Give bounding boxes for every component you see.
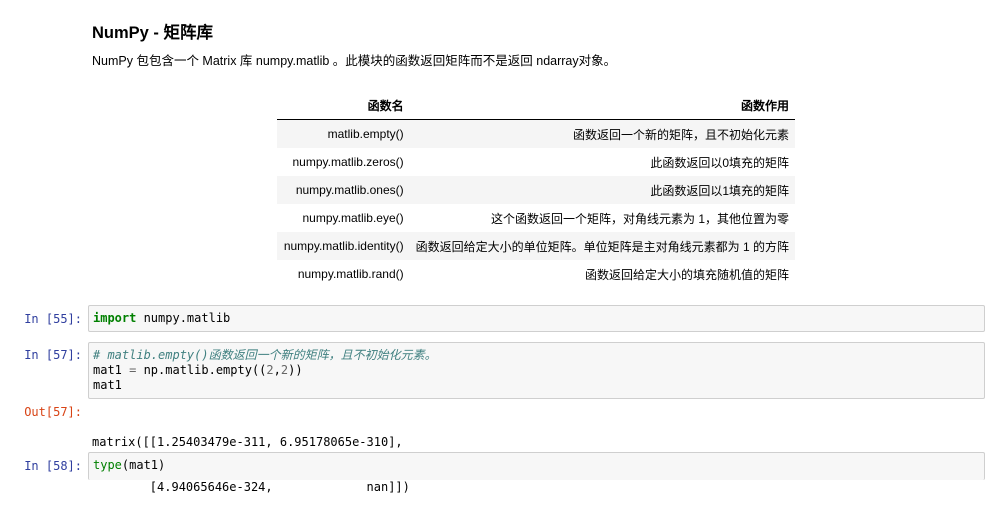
- function-purpose-cell: 函数返回给定大小的单位矩阵。单位矩阵是主对角线元素都为 1 的方阵: [409, 232, 795, 260]
- code-cell-58[interactable]: type(mat1): [88, 452, 985, 480]
- function-purpose-cell: 这个函数返回一个矩阵，对角线元素为 1，其他位置为零: [490, 211, 789, 226]
- function-purpose-cell: 此函数返回以1填充的矩阵: [409, 176, 795, 204]
- code-text: mat1: [93, 363, 130, 377]
- code-line: # matlib.empty()函数返回一个新的矩阵，且不初始化元素。: [93, 348, 980, 363]
- table-header-row: 函数名 函数作用: [277, 92, 795, 120]
- function-name-cell: numpy.matlib.ones(): [277, 176, 410, 204]
- builtin-type: type: [93, 458, 122, 472]
- function-name-cell: numpy.matlib.rand(): [297, 267, 404, 281]
- section-title: NumPy - 矩阵库: [92, 24, 214, 42]
- intro-paragraph: NumPy 包包含一个 Matrix 库 numpy.matlib 。此模块的函…: [92, 54, 617, 68]
- output-line: matrix([[1.25403479e-311, 6.95178065e-31…: [92, 435, 403, 449]
- code-text: np.matlib.empty((: [136, 363, 267, 377]
- output-line: [4.94065646e-324, nan]]): [92, 480, 410, 494]
- header-function-purpose: 函数作用: [409, 92, 795, 120]
- function-purpose-cell: 函数返回给定大小的填充随机值的矩阵: [584, 267, 789, 282]
- in-prompt-55: In [55]:: [24, 312, 82, 326]
- function-table: 函数名 函数作用 matlib.empty() 函数返回一个新的矩阵，且不初始化…: [277, 92, 795, 288]
- code-cell-57[interactable]: # matlib.empty()函数返回一个新的矩阵，且不初始化元素。 mat1…: [88, 342, 985, 399]
- function-name-cell: numpy.matlib.zeros(): [292, 155, 404, 169]
- header-function-name: 函数名: [277, 92, 410, 120]
- function-name-cell: numpy.matlib.identity(): [277, 232, 410, 260]
- code-line: import numpy.matlib: [93, 311, 980, 326]
- code-comment: # matlib.empty()函数返回一个新的矩阵，且不初始化元素。: [93, 348, 437, 362]
- code-line: mat1 = np.matlib.empty((2,2)): [93, 363, 980, 378]
- table-row: numpy.matlib.rand() 函数返回给定大小的填充随机值的矩阵: [277, 260, 795, 288]
- function-purpose-cell: 此函数返回以0填充的矩阵: [650, 155, 789, 170]
- code-text: mat1: [93, 378, 122, 392]
- code-text: ,: [273, 363, 281, 377]
- keyword-import: import: [93, 311, 137, 325]
- table-row: numpy.matlib.zeros() 此函数返回以0填充的矩阵: [277, 148, 795, 176]
- table-row: numpy.matlib.identity() 函数返回给定大小的单位矩阵。单位…: [277, 232, 795, 260]
- table-row: numpy.matlib.ones() 此函数返回以1填充的矩阵: [277, 176, 795, 204]
- code-line: type(mat1): [93, 458, 980, 473]
- code-cell-55[interactable]: import numpy.matlib: [88, 305, 985, 332]
- table-row: matlib.empty() 函数返回一个新的矩阵，且不初始化元素: [277, 119, 795, 148]
- in-prompt-58: In [58]:: [24, 459, 82, 473]
- code-text: )): [288, 363, 303, 377]
- out-prompt-57: Out[57]:: [24, 405, 82, 419]
- function-name-cell: matlib.empty(): [277, 119, 410, 148]
- code-line: mat1: [93, 378, 980, 393]
- table-row: numpy.matlib.eye() 这个函数返回一个矩阵，对角线元素为 1，其…: [277, 204, 795, 232]
- code-number: 2: [266, 363, 274, 377]
- function-name-cell: numpy.matlib.eye(): [302, 211, 404, 225]
- in-prompt-57: In [57]:: [24, 348, 82, 362]
- code-text: numpy.matlib: [136, 311, 231, 325]
- function-purpose-cell: 函数返回一个新的矩阵，且不初始化元素: [409, 119, 795, 148]
- code-text: (mat1): [121, 458, 166, 472]
